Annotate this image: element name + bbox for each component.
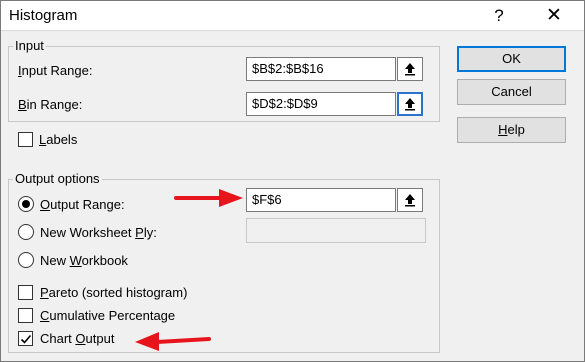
histogram-dialog: Histogram ? ✕ Input Input Range: $B$2:$B… (0, 0, 585, 362)
output-range-collapse-button[interactable] (397, 188, 423, 212)
pareto-label: Pareto (sorted histogram) (40, 285, 188, 300)
cumulative-percentage-checkbox[interactable] (18, 308, 33, 323)
output-range-label: Output Range: (40, 197, 125, 212)
help-button[interactable]: Help (457, 117, 566, 143)
chart-output-label: Chart Output (40, 331, 115, 346)
chart-output-checkbox[interactable] (18, 331, 33, 346)
collapse-arrow-icon (405, 98, 415, 111)
output-range-field[interactable]: $F$6 (246, 188, 396, 212)
cumulative-percentage-label: Cumulative Percentage (40, 308, 176, 323)
checkmark-icon (20, 334, 31, 344)
labels-checkbox-label: Labels (39, 132, 78, 147)
new-worksheet-ply-field (246, 218, 426, 243)
output-range-radio[interactable] (18, 196, 34, 212)
ok-button[interactable]: OK (457, 46, 566, 72)
help-icon[interactable]: ? (487, 4, 511, 28)
input-range-label: Input Range: (18, 63, 93, 78)
arrow-to-output-range-icon (174, 189, 243, 207)
bin-range-collapse-button[interactable] (397, 92, 423, 116)
arrow-to-chart-output-icon (135, 332, 211, 351)
new-workbook-label: New Workbook (40, 253, 128, 268)
input-group-label: Input (13, 38, 46, 53)
bin-range-label: Bin Range: (18, 97, 83, 112)
window-title: Histogram (9, 7, 78, 24)
new-workbook-radio[interactable] (18, 252, 34, 268)
collapse-arrow-icon (405, 194, 415, 207)
cancel-button[interactable]: Cancel (457, 79, 566, 105)
close-icon[interactable]: ✕ (539, 4, 569, 28)
bin-range-field[interactable]: $D$2:$D$9 (246, 92, 396, 116)
new-worksheet-ply-label: New Worksheet Ply: (40, 225, 157, 240)
title-bar: Histogram ? ✕ (1, 1, 584, 31)
labels-checkbox[interactable] (18, 132, 33, 147)
input-range-field[interactable]: $B$2:$B$16 (246, 57, 396, 81)
output-options-label: Output options (13, 171, 102, 186)
new-worksheet-ply-radio[interactable] (18, 224, 34, 240)
input-range-collapse-button[interactable] (397, 57, 423, 81)
pareto-checkbox[interactable] (18, 285, 33, 300)
collapse-arrow-icon (405, 63, 415, 76)
